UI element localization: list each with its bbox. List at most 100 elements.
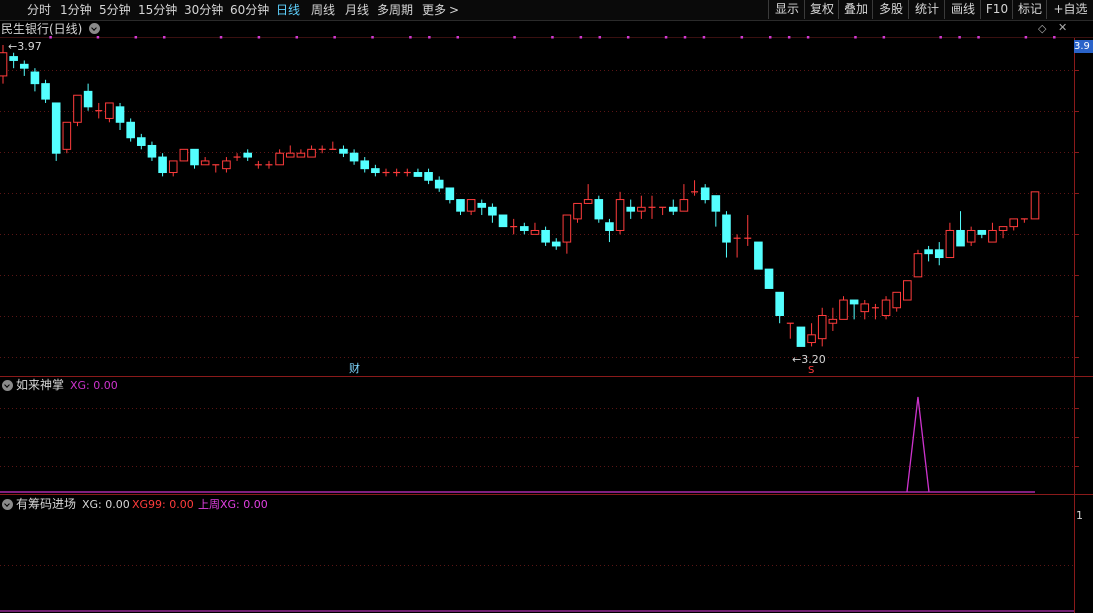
- candle: [860, 300, 870, 320]
- candle: [179, 148, 189, 162]
- candle: [19, 60, 29, 76]
- candle-body: [849, 299, 859, 305]
- candle-body: [903, 280, 912, 301]
- candle-body: [913, 253, 923, 278]
- candle: [934, 242, 944, 266]
- signal-dot: [977, 36, 980, 39]
- candle: [488, 203, 497, 223]
- candle: [828, 307, 838, 331]
- signal-dot: [49, 36, 52, 39]
- candle: [966, 226, 976, 246]
- candle: [892, 291, 901, 312]
- close-icon[interactable]: ✕: [1058, 21, 1067, 35]
- candle: [764, 268, 774, 289]
- candle: [190, 148, 199, 169]
- candle-body: [243, 152, 253, 158]
- candle: [95, 102, 103, 119]
- sell-signal-marker: S: [808, 365, 815, 376]
- signal-dot: [1024, 36, 1028, 39]
- signal-dot: [702, 36, 706, 39]
- candle-body: [977, 229, 987, 235]
- candle: [807, 323, 816, 347]
- candle: [222, 157, 231, 173]
- candle: [0, 45, 8, 84]
- current-price-tag: 3.9: [1074, 40, 1093, 53]
- candle: [998, 226, 1008, 239]
- signal-dot: [295, 36, 299, 39]
- candle: [41, 79, 50, 103]
- candle-body: [179, 148, 189, 162]
- candle-body: [988, 229, 997, 243]
- indicator2-axis-tick: 1: [1076, 509, 1083, 522]
- candle: [147, 141, 157, 161]
- candle-body: [115, 106, 125, 123]
- candle-body: [562, 214, 572, 243]
- financial-report-marker[interactable]: 财: [349, 362, 360, 376]
- candle-body: [105, 102, 114, 119]
- candle-body: [754, 241, 763, 270]
- candle: [796, 326, 806, 347]
- candle: [349, 149, 359, 165]
- candle-body: [413, 172, 423, 177]
- diamond-icon[interactable]: ◇: [1038, 22, 1046, 36]
- candle-body: [62, 121, 72, 150]
- candle: [871, 303, 879, 320]
- candle: [382, 168, 390, 177]
- signal-dot: [768, 36, 772, 39]
- candle: [924, 245, 933, 262]
- candle-body: [626, 206, 636, 212]
- candle-body: [956, 229, 965, 247]
- signal-dot: [598, 36, 602, 39]
- candle-body: [445, 187, 455, 201]
- candle: [626, 199, 636, 219]
- candle-body: [796, 326, 806, 347]
- indicator1-toggle-icon[interactable]: [2, 380, 13, 391]
- candle-body: [637, 206, 646, 212]
- candle: [775, 291, 784, 324]
- candle: [200, 157, 210, 166]
- candle-body: [817, 314, 827, 340]
- candle: [329, 141, 337, 150]
- candle: [1020, 218, 1028, 223]
- candle: [212, 164, 220, 173]
- candle-body: [966, 229, 976, 243]
- candle: [510, 218, 518, 235]
- candle-body: [339, 148, 348, 154]
- indicator2-name[interactable]: 有筹码进场: [16, 497, 76, 511]
- signal-dot: [787, 36, 791, 39]
- candle: [62, 121, 72, 154]
- signal-dot: [333, 36, 336, 39]
- candle: [233, 153, 241, 161]
- signal-dot: [958, 36, 961, 39]
- candle: [51, 102, 61, 161]
- candle: [615, 191, 625, 235]
- candle-body: [222, 160, 231, 170]
- indicator2-toggle-icon[interactable]: [2, 499, 13, 510]
- candle: [754, 241, 763, 270]
- candle: [477, 199, 487, 216]
- candle-body: [945, 229, 955, 259]
- candle-body: [924, 249, 933, 255]
- kline-chart[interactable]: [0, 0, 1093, 613]
- signal-dot: [683, 36, 687, 39]
- signal-dot: [854, 36, 857, 39]
- candle: [105, 102, 114, 123]
- candle: [265, 160, 273, 169]
- candle: [903, 280, 912, 301]
- candle: [158, 153, 167, 177]
- dropdown-circle-icon[interactable]: [89, 23, 100, 34]
- candle-body: [839, 299, 848, 320]
- candle: [73, 94, 82, 127]
- signal-dot: [664, 36, 668, 39]
- candle: [956, 211, 965, 247]
- candle: [733, 234, 741, 258]
- indicator1-name[interactable]: 如来神掌: [16, 378, 64, 392]
- candle-body: [860, 303, 870, 313]
- candle-body: [722, 214, 731, 243]
- candle-body: [275, 152, 284, 166]
- signal-dot: [428, 36, 431, 39]
- candle-body: [30, 71, 40, 85]
- candle: [434, 176, 444, 192]
- candle: [9, 52, 18, 69]
- candle: [360, 157, 370, 173]
